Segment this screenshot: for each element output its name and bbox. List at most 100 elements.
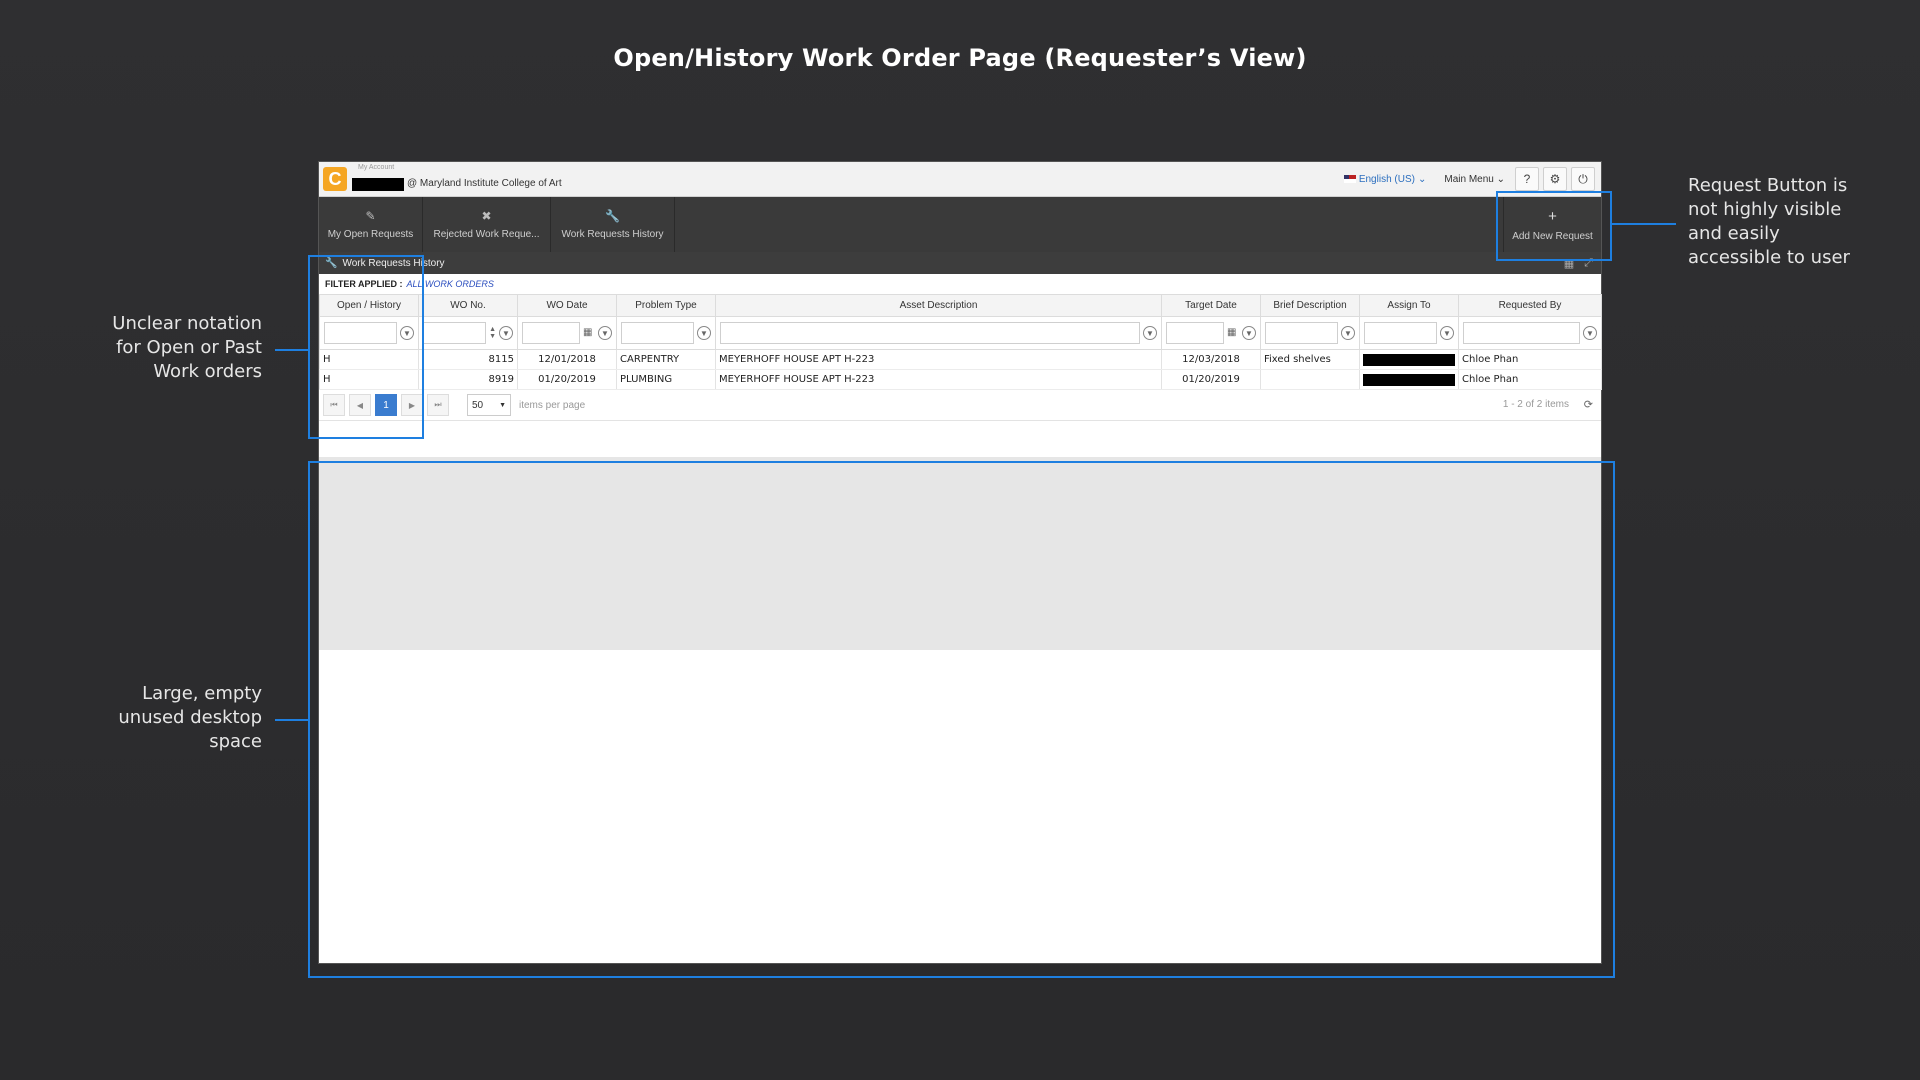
- filter-value[interactable]: ALL WORK ORDERS: [407, 279, 494, 289]
- filter-input-target-date[interactable]: [1166, 322, 1224, 344]
- filter-input-wo-no[interactable]: [423, 322, 487, 344]
- annotation-line-text: accessible to user: [1688, 247, 1850, 268]
- wrench-icon: 🔧: [605, 209, 620, 223]
- annotation-line-text: unused desktop: [118, 707, 262, 728]
- cell-problem-type: PLUMBING: [616, 369, 716, 390]
- items-per-page-value: 50: [472, 399, 484, 411]
- redacted-assignee: [1363, 353, 1455, 366]
- help-icon: ?: [1523, 172, 1531, 186]
- annotation-connector: [1610, 223, 1676, 225]
- column-header[interactable]: Assign To: [1359, 294, 1459, 317]
- pencil-icon: ✎: [365, 209, 376, 223]
- main-menu-label: Main Menu: [1444, 173, 1494, 185]
- filter-input-problem-type[interactable]: [621, 322, 694, 344]
- filter-applied: FILTER APPLIED : ALL WORK ORDERS: [319, 274, 1601, 294]
- items-per-page-label: items per page: [519, 399, 586, 411]
- page-title: Open/History Work Order Page (Requester’…: [613, 44, 1307, 72]
- cell-problem-type: CARPENTRY: [616, 349, 716, 370]
- filter-icon[interactable]: ▼: [1583, 326, 1597, 340]
- next-page-button[interactable]: ▶: [401, 394, 423, 416]
- cell-wo-date: 12/01/2018: [517, 349, 617, 370]
- annotation-line-text: Unclear notation: [112, 313, 262, 334]
- refresh-icon[interactable]: ⟳: [1584, 398, 1593, 411]
- cell-assign-to: [1359, 349, 1459, 370]
- add-new-request-button[interactable]: + Add New Request: [1503, 197, 1601, 252]
- table-header-row: Open / History WO No. WO Date Problem Ty…: [319, 294, 1602, 317]
- logout-button[interactable]: ⏻: [1571, 167, 1595, 191]
- filter-input-assign-to[interactable]: [1364, 322, 1437, 344]
- filter-input-wo-date[interactable]: [522, 322, 580, 344]
- filter-input-status[interactable]: [324, 322, 397, 344]
- column-header[interactable]: Open / History: [319, 294, 419, 317]
- prev-page-button[interactable]: ◀: [349, 394, 371, 416]
- table-row[interactable]: H 8115 12/01/2018 CARPENTRY MEYERHOFF HO…: [319, 349, 1602, 370]
- pagination-bar: ⏮ ◀ 1 ▶ ⏭ 50 ▼ items per page 1 - 2 of 2…: [319, 390, 1601, 421]
- column-header[interactable]: WO No.: [418, 294, 518, 317]
- main-menu[interactable]: Main Menu ⌄: [1444, 174, 1505, 185]
- grid-icon[interactable]: ▦: [1564, 257, 1574, 270]
- column-header[interactable]: Problem Type: [616, 294, 716, 317]
- tab-rejected-work-requests[interactable]: ✖ Rejected Work Reque...: [423, 197, 551, 252]
- organization-name: @ Maryland Institute College of Art: [407, 178, 562, 189]
- work-orders-table: Open / History WO No. WO Date Problem Ty…: [319, 294, 1602, 390]
- last-page-button[interactable]: ⏭: [427, 394, 449, 416]
- column-header[interactable]: Brief Description: [1260, 294, 1360, 317]
- plus-icon: +: [1548, 207, 1557, 225]
- cell-asset-description: MEYERHOFF HOUSE APT H-223: [715, 349, 1162, 370]
- filter-icon[interactable]: ▼: [1341, 326, 1355, 340]
- cell-asset-description: MEYERHOFF HOUSE APT H-223: [715, 369, 1162, 390]
- cell-target-date: 12/03/2018: [1161, 349, 1261, 370]
- filter-icon[interactable]: ▼: [1440, 326, 1454, 340]
- nav-bar: ✎ My Open Requests ✖ Rejected Work Reque…: [319, 197, 1601, 252]
- column-header[interactable]: WO Date: [517, 294, 617, 317]
- cell-requested-by: Chloe Phan: [1458, 349, 1602, 370]
- items-per-page-select[interactable]: 50 ▼: [467, 394, 511, 416]
- account-label[interactable]: My Account: [358, 164, 394, 171]
- filter-input-brief-description[interactable]: [1265, 322, 1338, 344]
- filter-row: ▼ ▲ ▼ ▼ ▦ ▼ ▼ ▼ ▦ ▼ ▼ ▼ ▼: [319, 316, 1602, 350]
- annotation-connector: [275, 719, 309, 721]
- filter-input-requested-by[interactable]: [1463, 322, 1580, 344]
- filter-icon[interactable]: ▼: [598, 326, 612, 340]
- power-icon: ⏻: [1578, 171, 1588, 186]
- filter-icon[interactable]: ▼: [697, 326, 711, 340]
- annotation-request-button: Request Button is not highly visible and…: [1688, 174, 1908, 270]
- redacted-username: [352, 178, 404, 191]
- panel-header: 🔧 Work Requests History ▦ ⤢: [319, 252, 1601, 274]
- x-icon: ✖: [481, 209, 492, 223]
- annotation-line-text: not highly visible: [1688, 199, 1842, 220]
- annotation-line-text: and easily: [1688, 223, 1780, 244]
- tab-my-open-requests[interactable]: ✎ My Open Requests: [319, 197, 423, 252]
- help-button[interactable]: ?: [1515, 167, 1539, 191]
- pagination-info: 1 - 2 of 2 items: [1502, 399, 1569, 410]
- filter-input-asset-description[interactable]: [720, 322, 1140, 344]
- spinner-arrows-icon[interactable]: ▲ ▼: [489, 326, 496, 340]
- tab-work-requests-history[interactable]: 🔧 Work Requests History: [551, 197, 675, 252]
- settings-button[interactable]: ⚙: [1543, 167, 1567, 191]
- us-flag-icon: [1343, 175, 1356, 183]
- column-header[interactable]: Target Date: [1161, 294, 1261, 317]
- redacted-assignee: [1363, 373, 1455, 386]
- cell-status: H: [319, 349, 419, 370]
- cell-assign-to: [1359, 369, 1459, 390]
- tab-label: Rejected Work Reque...: [433, 229, 540, 240]
- cell-target-date: 01/20/2019: [1161, 369, 1261, 390]
- first-page-button[interactable]: ⏮: [323, 394, 345, 416]
- filter-icon[interactable]: ▼: [1242, 326, 1256, 340]
- filter-icon[interactable]: ▼: [499, 326, 513, 340]
- filter-icon[interactable]: ▼: [1143, 326, 1157, 340]
- calendar-icon[interactable]: ▦: [1227, 327, 1239, 339]
- page-number-button[interactable]: 1: [375, 394, 397, 416]
- calendar-icon[interactable]: ▦: [583, 327, 595, 339]
- table-row[interactable]: H 8919 01/20/2019 PLUMBING MEYERHOFF HOU…: [319, 369, 1602, 390]
- tab-label: Work Requests History: [561, 229, 664, 240]
- cell-requested-by: Chloe Phan: [1458, 369, 1602, 390]
- annotation-line-text: Work orders: [153, 361, 262, 382]
- column-header[interactable]: Asset Description: [715, 294, 1162, 317]
- chevron-down-icon: ⌄: [1417, 173, 1427, 185]
- column-header[interactable]: Requested By: [1458, 294, 1602, 317]
- app-logo[interactable]: C: [323, 167, 347, 191]
- language-selector[interactable]: English (US) ⌄: [1343, 173, 1427, 185]
- expand-icon[interactable]: ⤢: [1584, 257, 1593, 270]
- filter-icon[interactable]: ▼: [400, 326, 414, 340]
